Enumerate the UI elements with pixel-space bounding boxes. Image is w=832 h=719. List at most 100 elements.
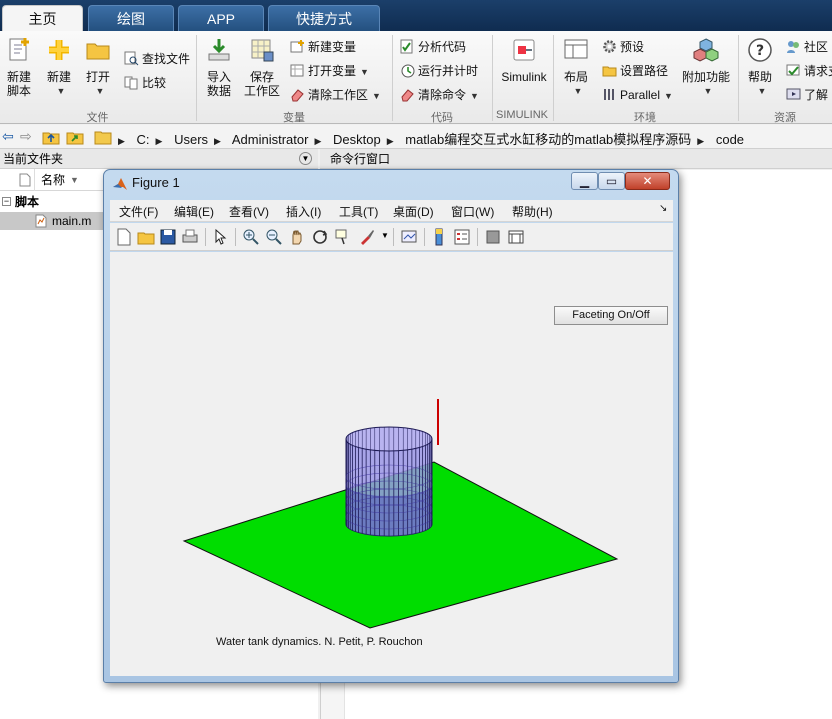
back-arrow-icon[interactable]: ⇦: [2, 128, 14, 145]
brush-icon[interactable]: [358, 228, 376, 246]
forward-arrow-icon[interactable]: ⇨: [20, 128, 32, 145]
pointer-icon[interactable]: [211, 228, 229, 246]
figure-canvas[interactable]: Faceting On/Off Water tank dynamics. N. …: [110, 252, 673, 676]
hide-plot-tools-icon[interactable]: [484, 228, 502, 246]
learn-label: 了解: [804, 88, 829, 102]
group-label-environment: 环境: [634, 112, 656, 124]
minimize-icon[interactable]: ▁: [571, 172, 598, 190]
dock-arrow-icon[interactable]: ↘: [659, 203, 667, 214]
chevron-down-icon: ▼: [573, 86, 583, 96]
open-file-icon[interactable]: [137, 228, 155, 246]
new-variable-icon: [290, 40, 304, 53]
community-icon: [787, 41, 799, 53]
find-files-label: 查找文件: [142, 52, 191, 66]
zoom-out-icon[interactable]: [265, 228, 283, 246]
compare-button[interactable]: 比较: [124, 73, 166, 93]
tab-plots[interactable]: 绘图: [88, 5, 174, 31]
group-label-resources: 资源: [774, 112, 796, 124]
breadcrumb-item[interactable]: Desktop: [333, 132, 381, 147]
request-support-button[interactable]: 请求支: [786, 61, 832, 81]
save-workspace-button[interactable]: 保存 工作区: [243, 37, 281, 98]
maximize-icon[interactable]: ▭: [598, 172, 625, 190]
breadcrumb-item[interactable]: C:: [137, 132, 150, 147]
breadcrumb-item[interactable]: Users: [174, 132, 208, 147]
breadcrumb-item[interactable]: Administrator: [232, 132, 309, 147]
file-type-column-icon: [19, 173, 31, 187]
faceting-toggle-button[interactable]: Faceting On/Off: [554, 306, 668, 325]
colorbar-icon[interactable]: [430, 228, 448, 246]
analyze-code-button[interactable]: 分析代码: [400, 37, 466, 57]
breadcrumb-item[interactable]: matlab编程交互式水缸移动的matlab模拟程序源码: [405, 132, 691, 147]
menu-insert[interactable]: 插入(I): [286, 203, 321, 220]
new-label: 新建: [46, 70, 71, 84]
rotate-3d-icon[interactable]: [311, 228, 329, 246]
close-icon[interactable]: ✕: [625, 172, 670, 190]
clear-workspace-button[interactable]: 清除工作区 ▼: [290, 85, 381, 105]
parallel-label: Parallel: [620, 88, 661, 102]
menu-desktop[interactable]: 桌面(D): [393, 203, 434, 220]
chevron-down-icon[interactable]: ▼: [381, 231, 389, 240]
print-icon[interactable]: [181, 228, 199, 246]
new-script-label: 新建 脚本: [6, 70, 31, 98]
figure-caption: Water tank dynamics. N. Petit, P. Roucho…: [216, 636, 423, 648]
legend-icon[interactable]: [453, 228, 471, 246]
tab-shortcuts[interactable]: 快捷方式: [268, 5, 380, 31]
toolbar-separator: [393, 228, 394, 246]
matlab-logo-icon: [113, 178, 127, 190]
ribbon-tab-bar: 主页 绘图 APP 快捷方式: [0, 0, 832, 31]
menu-file[interactable]: 文件(F): [119, 203, 158, 220]
clear-commands-button[interactable]: 清除命令 ▼: [400, 85, 479, 105]
name-column-header[interactable]: 名称: [41, 169, 65, 191]
sort-down-icon[interactable]: ▼: [70, 169, 79, 191]
menu-tools[interactable]: 工具(T): [339, 203, 378, 220]
data-cursor-icon[interactable]: [334, 228, 352, 246]
chevron-down-icon: ▼: [470, 91, 479, 101]
menu-window[interactable]: 窗口(W): [451, 203, 494, 220]
menu-help[interactable]: 帮助(H): [512, 203, 553, 220]
parallel-icon: [604, 89, 614, 100]
run-and-time-button[interactable]: 运行并计时: [400, 61, 478, 81]
show-plot-tools-icon[interactable]: [507, 228, 525, 246]
browse-folder-icon[interactable]: [66, 129, 84, 145]
open-button[interactable]: 打开 ▼: [84, 37, 112, 98]
new-figure-icon[interactable]: [115, 228, 133, 246]
collapse-icon[interactable]: −: [2, 197, 11, 206]
run-and-time-icon: [401, 64, 415, 78]
help-button[interactable]: ? 帮助 ▼: [744, 37, 776, 98]
group-label-simulink: SIMULINK: [496, 109, 548, 121]
new-script-button[interactable]: 新建 脚本: [4, 37, 34, 98]
new-variable-button[interactable]: 新建变量: [290, 37, 356, 57]
zoom-in-icon[interactable]: [242, 228, 260, 246]
link-plot-icon[interactable]: [400, 228, 418, 246]
layout-icon: [564, 39, 588, 59]
layout-button[interactable]: 布局 ▼: [560, 37, 592, 98]
chevron-down-icon: ▼: [372, 91, 381, 101]
figure-window[interactable]: Figure 1 ▁ ▭ ✕ 文件(F) 编辑(E) 查看(V) 插入(I) 工…: [103, 169, 679, 683]
water-tank: [345, 426, 433, 537]
preferences-button[interactable]: 预设: [602, 37, 644, 57]
simulink-button[interactable]: Simulink: [499, 37, 549, 84]
set-path-button[interactable]: 设置路径: [602, 61, 668, 81]
parallel-button[interactable]: Parallel ▼: [602, 85, 673, 105]
community-button[interactable]: 社区: [786, 37, 828, 57]
menu-view[interactable]: 查看(V): [229, 203, 269, 220]
import-data-button[interactable]: 导入 数据: [203, 37, 235, 98]
breadcrumb-arrow-icon: ▶: [155, 136, 163, 146]
save-icon[interactable]: [159, 228, 177, 246]
help-icon: ?: [748, 38, 772, 62]
pan-hand-icon[interactable]: [288, 228, 306, 246]
menu-edit[interactable]: 编辑(E): [174, 203, 214, 220]
folder-icon: [86, 43, 110, 60]
panel-menu-icon[interactable]: ▼: [299, 152, 312, 165]
learn-button[interactable]: 了解: [786, 85, 828, 105]
folder-icon: [94, 131, 112, 145]
addons-button[interactable]: 附加功能 ▼: [682, 37, 730, 98]
new-button[interactable]: 新建 ▼: [44, 37, 74, 98]
breadcrumb-item[interactable]: code: [716, 132, 744, 147]
tab-home[interactable]: 主页: [2, 5, 83, 31]
file-name: main.m: [52, 214, 92, 228]
tab-apps[interactable]: APP: [178, 5, 264, 31]
up-folder-icon[interactable]: [42, 129, 60, 145]
open-variable-button[interactable]: 打开变量 ▼: [290, 61, 369, 81]
find-files-button[interactable]: 查找文件: [124, 49, 190, 69]
